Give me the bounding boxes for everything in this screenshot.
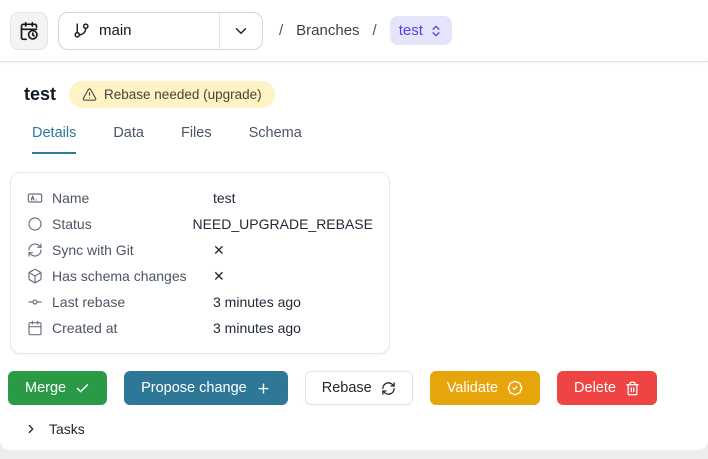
- breadcrumb: / Branches / test: [279, 16, 452, 45]
- validate-button-label: Validate: [446, 380, 499, 396]
- detail-row-has-schema-changes: Has schema changes ✕: [27, 263, 373, 289]
- detail-row-last-rebase: Last rebase 3 minutes ago: [27, 289, 373, 315]
- detail-row-sync-with-git: Sync with Git ✕: [27, 237, 373, 263]
- calendar-clock-icon: [19, 21, 39, 41]
- tasks-accordion-toggle[interactable]: Tasks: [24, 421, 708, 437]
- rebase-button-label: Rebase: [321, 380, 372, 396]
- detail-label: Name: [52, 190, 90, 206]
- calendar-icon: [27, 320, 43, 336]
- warning-triangle-icon: [82, 87, 97, 102]
- history-button[interactable]: [10, 11, 48, 50]
- circle-icon: [27, 216, 43, 232]
- delete-button-label: Delete: [574, 380, 616, 396]
- breadcrumb-separator: /: [372, 22, 377, 39]
- tab-details[interactable]: Details: [32, 125, 77, 154]
- page-title: test: [24, 84, 57, 104]
- detail-row-status: Status NEED_UPGRADE_REBASE: [27, 211, 373, 237]
- detail-value-cross: ✕: [213, 241, 225, 258]
- tab-files[interactable]: Files: [181, 125, 212, 154]
- detail-label: Status: [52, 216, 92, 232]
- breadcrumb-separator: /: [279, 22, 284, 39]
- detail-label: Last rebase: [52, 294, 126, 310]
- tab-data[interactable]: Data: [113, 125, 144, 154]
- sync-icon: [27, 242, 43, 258]
- detail-label: Has schema changes: [52, 268, 187, 284]
- action-buttons: Merge Propose change Rebase Validate Del…: [8, 371, 708, 405]
- plus-icon: [256, 381, 271, 396]
- breadcrumb-branches-link[interactable]: Branches: [296, 22, 359, 39]
- propose-change-button[interactable]: Propose change: [124, 371, 288, 405]
- commit-icon: [27, 294, 43, 310]
- status-badge: Rebase needed (upgrade): [69, 81, 275, 108]
- chevrons-up-down-icon: [429, 24, 443, 38]
- breadcrumb-branch-name: test: [398, 22, 423, 39]
- detail-value: 3 minutes ago: [213, 320, 301, 336]
- tasks-label: Tasks: [49, 421, 85, 437]
- detail-value-cross: ✕: [213, 267, 225, 284]
- breadcrumb-branch-pill[interactable]: test: [389, 16, 452, 45]
- detail-value: 3 minutes ago: [213, 294, 301, 310]
- merge-button-label: Merge: [25, 380, 67, 396]
- chevron-down-icon: [232, 22, 250, 40]
- detail-label: Sync with Git: [52, 242, 134, 258]
- detail-label: Created at: [52, 320, 118, 336]
- validate-button[interactable]: Validate: [429, 371, 541, 405]
- cube-icon: [27, 268, 43, 284]
- branch-selector[interactable]: main: [58, 11, 263, 50]
- delete-button[interactable]: Delete: [557, 371, 657, 405]
- detail-value: test: [213, 190, 236, 206]
- tab-schema[interactable]: Schema: [249, 125, 302, 154]
- tab-bar: Details Data Files Schema: [32, 125, 708, 154]
- status-badge-label: Rebase needed (upgrade): [104, 87, 262, 102]
- top-bar: main / Branches / test: [0, 0, 708, 62]
- branch-details-card: Name test Status NEED_UPGRADE_REBASE Syn…: [10, 172, 390, 354]
- trash-icon: [625, 381, 640, 396]
- branch-selector-chevron[interactable]: [219, 12, 262, 49]
- propose-change-button-label: Propose change: [141, 380, 247, 396]
- merge-button[interactable]: Merge: [8, 371, 108, 405]
- rebase-button[interactable]: Rebase: [304, 371, 413, 405]
- detail-row-name: Name test: [27, 185, 373, 211]
- page-header: test Rebase needed (upgrade): [24, 81, 708, 108]
- branch-selector-value[interactable]: main: [59, 13, 219, 49]
- git-branch-icon: [73, 22, 90, 39]
- detail-value: NEED_UPGRADE_REBASE: [192, 216, 373, 232]
- main-panel: main / Branches / test test Rebase neede…: [0, 0, 708, 450]
- check-icon: [75, 381, 90, 396]
- badge-check-icon: [507, 380, 523, 396]
- chevron-right-icon: [24, 422, 38, 436]
- branch-selector-label: main: [99, 22, 132, 39]
- input-field-icon: [27, 190, 43, 206]
- detail-row-created-at: Created at 3 minutes ago: [27, 315, 373, 341]
- refresh-icon: [381, 381, 396, 396]
